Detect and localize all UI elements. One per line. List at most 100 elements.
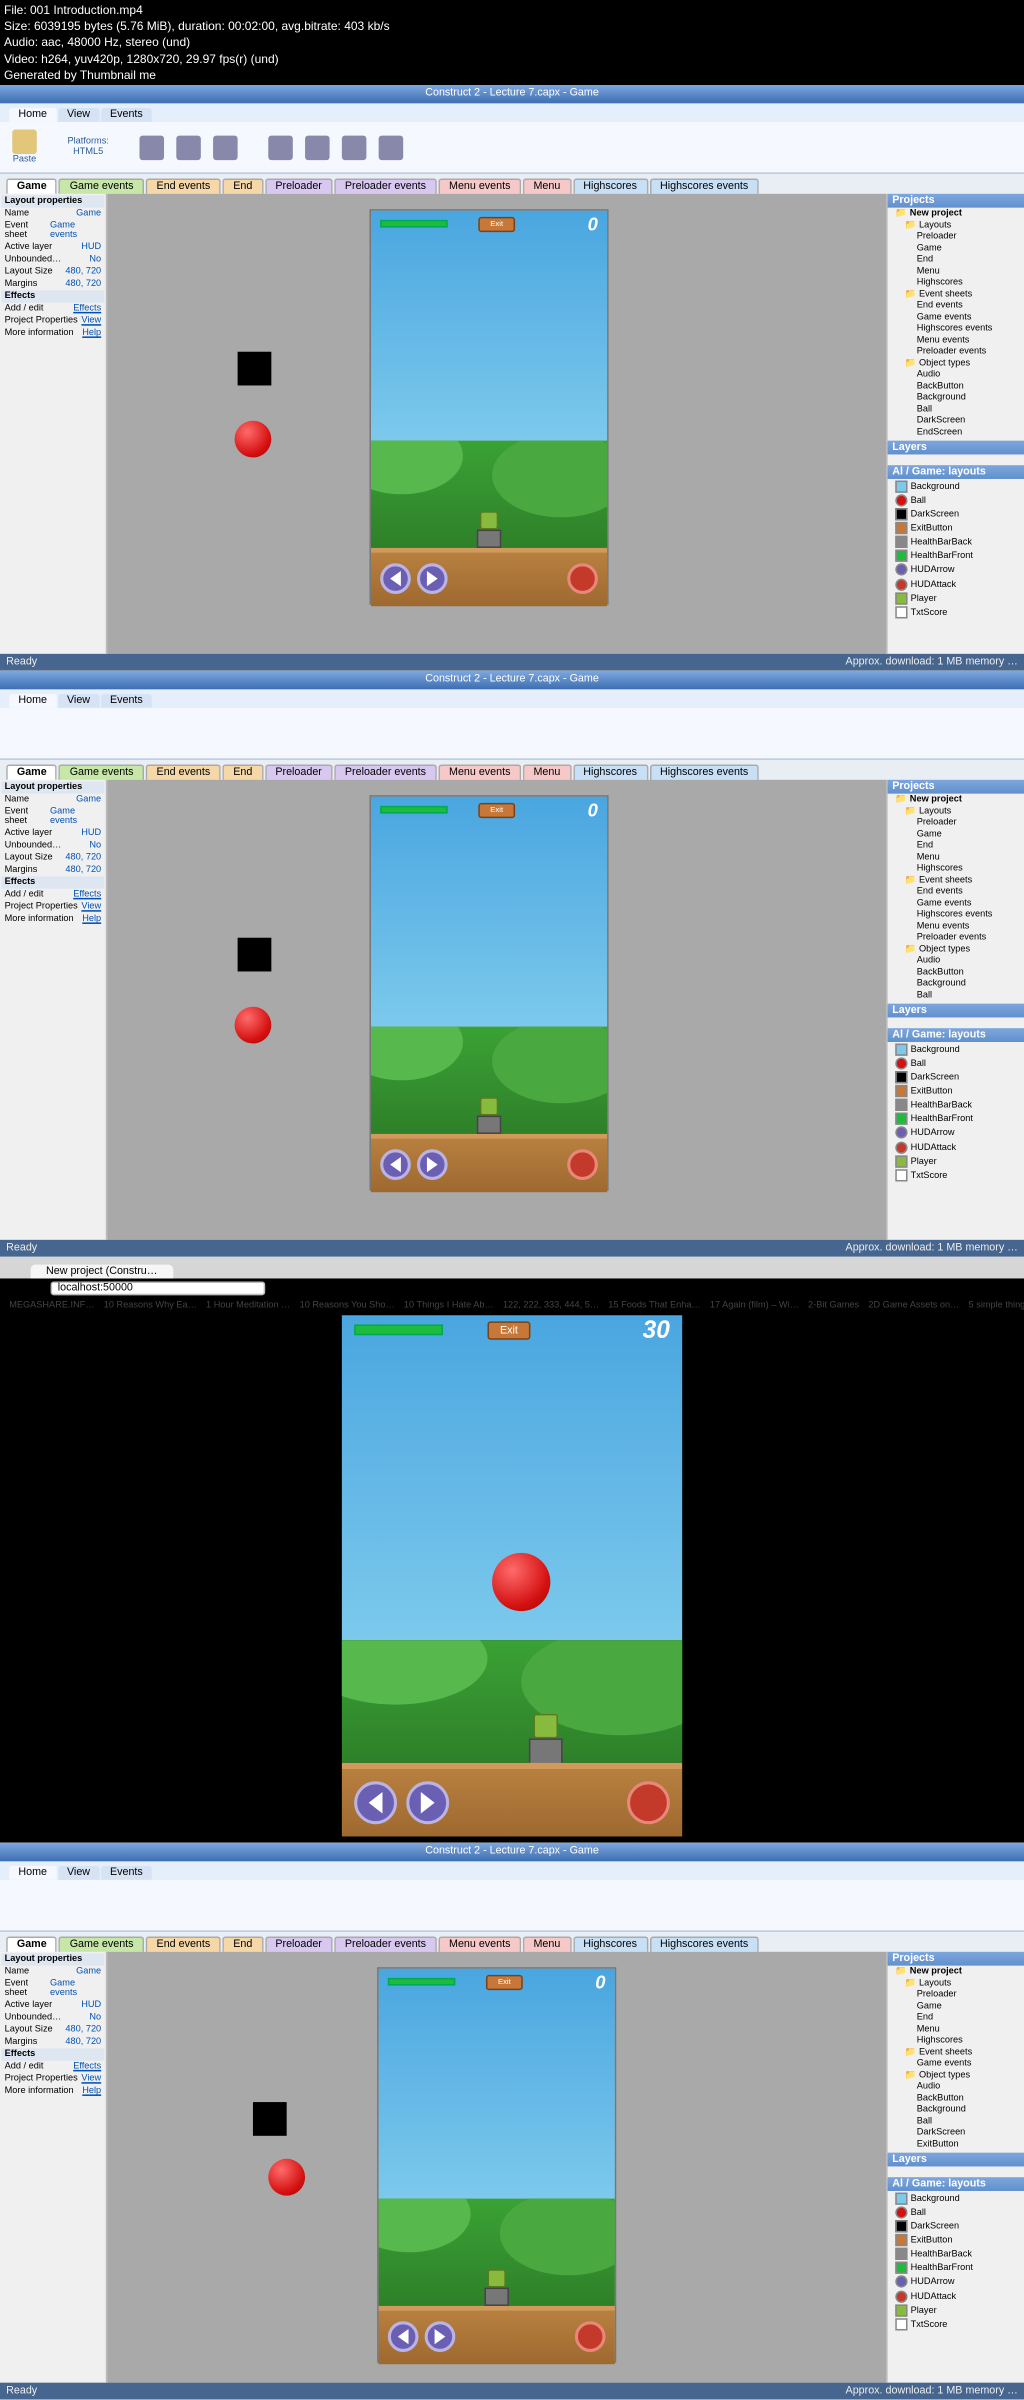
darkscreen-object[interactable]	[238, 352, 272, 386]
tab-end-events[interactable]: End events	[146, 178, 221, 193]
ribbon-tab-home[interactable]: Home	[9, 108, 56, 122]
obj-item[interactable]: HUDAttack	[889, 578, 1022, 592]
bookmark[interactable]: 2D Game Assets on…	[868, 1301, 959, 1310]
tree-item[interactable]: BackButton	[889, 382, 1022, 393]
player-sprite[interactable]	[475, 511, 503, 548]
address-bar[interactable]: localhost:50000	[50, 1281, 265, 1295]
tree-item[interactable]: Background	[889, 393, 1022, 404]
bookmark[interactable]: 10 Reasons You Sho…	[300, 1301, 395, 1310]
obj-item[interactable]: Player	[889, 592, 1022, 606]
nav-forward-icon[interactable]: ▶	[21, 1281, 29, 1293]
tab-preloader[interactable]: Preloader	[265, 178, 333, 193]
tab-highscores-events[interactable]: Highscores events	[649, 178, 759, 193]
tree-item[interactable]: Highscores events	[889, 324, 1022, 335]
tree-item[interactable]: Game events	[889, 313, 1022, 324]
construct2-window: Construct 2 - Lecture 7.capx - Game Home…	[0, 85, 1024, 671]
tab-menu[interactable]: Menu	[523, 178, 571, 193]
attack-button[interactable]	[627, 1781, 670, 1824]
bookmarks-bar: MEGASHARE.INF… 10 Reasons Why Ea… 1 Hour…	[0, 1297, 1024, 1315]
ball-object[interactable]	[235, 421, 272, 458]
exit-button[interactable]: Exit	[487, 1321, 530, 1339]
meta-video: Video: h264, yuv420p, 1280x720, 29.97 fp…	[4, 51, 1020, 67]
prop-row: Layout Size480, 720	[2, 266, 105, 278]
tree-item[interactable]: DarkScreen	[889, 416, 1022, 427]
obj-item[interactable]: Ball	[889, 494, 1022, 508]
run-layout-icon[interactable]	[268, 135, 293, 160]
meta-size: Size: 6039195 bytes (5.76 MiB), duration…	[4, 18, 1020, 34]
store-icon[interactable]	[213, 135, 238, 160]
tree-item[interactable]: Ball	[889, 405, 1022, 416]
tree-item[interactable]: EndScreen	[889, 428, 1022, 439]
tree-item[interactable]: Game	[889, 244, 1022, 255]
tab-menu-events[interactable]: Menu events	[438, 178, 521, 193]
obj-item[interactable]: HealthBarFront	[889, 550, 1022, 564]
view-link[interactable]: View	[81, 316, 101, 325]
ribbon-tabs: Home View Events	[0, 103, 1024, 121]
paste-icon[interactable]	[12, 129, 37, 154]
obj-item[interactable]: TxtScore	[889, 606, 1022, 620]
move-right-button[interactable]	[406, 1781, 449, 1824]
reload-icon[interactable]: ⟳	[35, 1281, 44, 1293]
project-tree[interactable]: New project Layouts Preloader Game End M…	[888, 208, 1024, 441]
move-right-button[interactable]	[417, 563, 448, 594]
effects-link[interactable]: Effects	[73, 304, 101, 313]
bookmark[interactable]: 2-Bit Games	[808, 1301, 859, 1310]
obj-item[interactable]: HUDArrow	[889, 564, 1022, 578]
tab-game-events[interactable]: Game events	[59, 178, 144, 193]
prop-row: Margins480, 720	[2, 278, 105, 290]
obj-item[interactable]: HealthBarBack	[889, 536, 1022, 550]
bookmark[interactable]: 17 Again (film) – Wi…	[710, 1301, 799, 1310]
ribbon-tab-events[interactable]: Events	[101, 108, 152, 122]
tree-item[interactable]: Audio	[889, 370, 1022, 381]
bookmark[interactable]: MEGASHARE.INF…	[9, 1301, 94, 1310]
move-left-button[interactable]	[380, 563, 411, 594]
bookmark[interactable]: 1 Hour Meditation …	[206, 1301, 290, 1310]
bookmark[interactable]: 10 Reasons Why Ea…	[104, 1301, 197, 1310]
prop-row: Add / editEffects	[2, 303, 105, 315]
address-bar-row: ◀ ▶ ⟳ localhost:50000	[0, 1278, 1024, 1296]
tab-end[interactable]: End	[223, 178, 264, 193]
debug-icon[interactable]	[305, 135, 330, 160]
tree-item[interactable]: Preloader events	[889, 347, 1022, 358]
bookmark[interactable]: 10 Things I Hate Ab…	[404, 1301, 494, 1310]
layout-canvas[interactable]: Exit 0	[107, 194, 886, 654]
tree-item[interactable]: End	[889, 255, 1022, 266]
obj-item[interactable]: Background	[889, 480, 1022, 494]
start-page-icon[interactable]	[379, 135, 404, 160]
ribbon-toolbar: Paste Platforms:HTML5	[0, 122, 1024, 174]
sky-bg: Exit 0	[371, 211, 607, 441]
meta-audio: Audio: aac, 48000 Hz, stereo (und)	[4, 34, 1020, 50]
game-layout-view[interactable]: Exit 0	[369, 209, 608, 605]
exit-button[interactable]: Exit	[478, 217, 515, 232]
bookmark[interactable]: 122, 222, 333, 444, 5…	[503, 1301, 599, 1310]
tab-highscores[interactable]: Highscores	[573, 178, 648, 193]
tab-preloader-events[interactable]: Preloader events	[334, 178, 437, 193]
tab-game[interactable]: Game	[6, 178, 57, 193]
tree-item[interactable]: Preloader	[889, 232, 1022, 243]
browser-tab[interactable]: New project (Constru…	[31, 1265, 173, 1279]
thumbnail-frame-3: New project (Constru… ◀ ▶ ⟳ localhost:50…	[0, 1257, 1024, 1843]
export-icon[interactable]	[342, 135, 367, 160]
tree-item[interactable]: Menu	[889, 267, 1022, 278]
nav-back-icon[interactable]: ◀	[6, 1281, 14, 1293]
running-game[interactable]: Exit 30	[342, 1315, 682, 1836]
prop-row: Event sheetGame events	[2, 220, 105, 241]
obj-item[interactable]: ExitButton	[889, 522, 1022, 536]
layers-panel: Layers	[886, 441, 1024, 466]
forums-icon[interactable]	[176, 135, 201, 160]
score-text: 30	[643, 1318, 670, 1346]
obj-item[interactable]: DarkScreen	[889, 508, 1022, 522]
bookmark[interactable]: 15 Foods That Enha…	[608, 1301, 700, 1310]
prop-row: NameGame	[2, 208, 105, 220]
move-left-button[interactable]	[354, 1781, 397, 1824]
tree-item[interactable]: End events	[889, 301, 1022, 312]
scirra-icon[interactable]	[140, 135, 165, 160]
help-link[interactable]: Help	[82, 329, 101, 338]
tree-item[interactable]: Highscores	[889, 278, 1022, 289]
attack-button[interactable]	[567, 563, 598, 594]
ribbon-tab-view[interactable]: View	[58, 108, 99, 122]
prop-row: Project PropertiesView	[2, 315, 105, 327]
bookmark[interactable]: 5 simple things to …	[969, 1301, 1024, 1310]
health-bar	[380, 220, 447, 228]
tree-item[interactable]: Menu events	[889, 336, 1022, 347]
